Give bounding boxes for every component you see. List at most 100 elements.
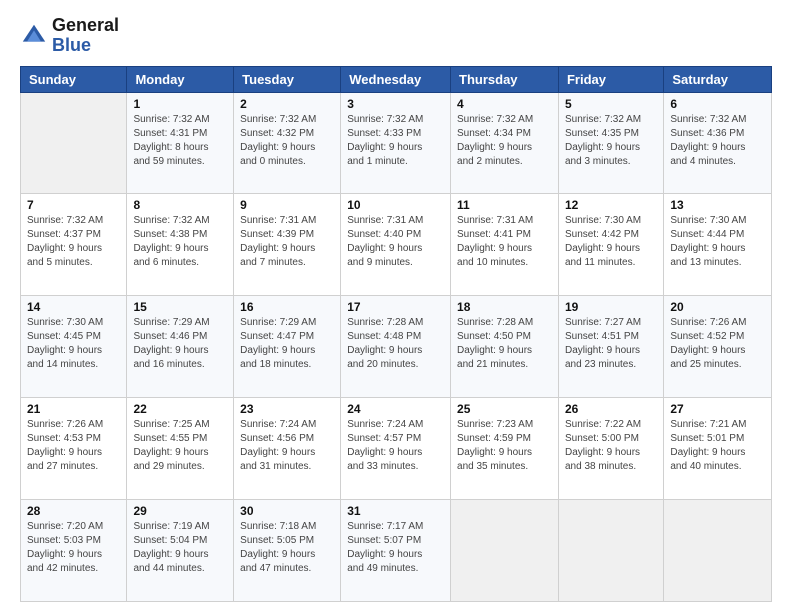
day-info: Sunrise: 7:30 AMSunset: 4:42 PMDaylight:… [565,214,657,270]
day-number: 18 [457,300,552,314]
day-info: Sunrise: 7:28 AMSunset: 4:48 PMDaylight:… [347,316,444,372]
day-number: 15 [133,300,227,314]
day-number: 29 [133,504,227,518]
day-of-week-header: Thursday [451,66,559,92]
calendar-cell: 21 Sunrise: 7:26 AMSunset: 4:53 PMDayligh… [21,398,127,500]
day-number: 6 [670,97,765,111]
day-number: 19 [565,300,657,314]
calendar-week-row: 1 Sunrise: 7:32 AMSunset: 4:31 PMDaylight… [21,92,772,194]
calendar-cell [558,500,663,602]
logo: General Blue [20,16,119,56]
calendar-cell: 19 Sunrise: 7:27 AMSunset: 4:51 PMDayligh… [558,296,663,398]
day-info: Sunrise: 7:32 AMSunset: 4:37 PMDaylight:… [27,214,120,270]
day-number: 16 [240,300,334,314]
calendar-cell: 7 Sunrise: 7:32 AMSunset: 4:37 PMDaylight… [21,194,127,296]
day-info: Sunrise: 7:29 AMSunset: 4:47 PMDaylight:… [240,316,334,372]
day-info: Sunrise: 7:20 AMSunset: 5:03 PMDaylight:… [27,520,120,576]
calendar-cell: 26 Sunrise: 7:22 AMSunset: 5:00 PMDayligh… [558,398,663,500]
day-info: Sunrise: 7:31 AMSunset: 4:40 PMDaylight:… [347,214,444,270]
day-number: 30 [240,504,334,518]
calendar-cell: 4 Sunrise: 7:32 AMSunset: 4:34 PMDaylight… [451,92,559,194]
day-info: Sunrise: 7:32 AMSunset: 4:34 PMDaylight:… [457,113,552,169]
calendar-week-row: 14 Sunrise: 7:30 AMSunset: 4:45 PMDayligh… [21,296,772,398]
calendar-cell [21,92,127,194]
day-number: 21 [27,402,120,416]
day-of-week-header: Sunday [21,66,127,92]
calendar-cell: 25 Sunrise: 7:23 AMSunset: 4:59 PMDayligh… [451,398,559,500]
day-info: Sunrise: 7:29 AMSunset: 4:46 PMDaylight:… [133,316,227,372]
calendar-cell [451,500,559,602]
day-number: 23 [240,402,334,416]
day-number: 26 [565,402,657,416]
day-number: 20 [670,300,765,314]
day-of-week-header: Tuesday [234,66,341,92]
day-number: 28 [27,504,120,518]
calendar-cell: 31 Sunrise: 7:17 AMSunset: 5:07 PMDayligh… [341,500,451,602]
day-info: Sunrise: 7:30 AMSunset: 4:44 PMDaylight:… [670,214,765,270]
day-number: 5 [565,97,657,111]
logo-icon [20,22,48,50]
day-of-week-header: Saturday [664,66,772,92]
day-number: 27 [670,402,765,416]
calendar-week-row: 7 Sunrise: 7:32 AMSunset: 4:37 PMDaylight… [21,194,772,296]
day-info: Sunrise: 7:19 AMSunset: 5:04 PMDaylight:… [133,520,227,576]
calendar-cell: 12 Sunrise: 7:30 AMSunset: 4:42 PMDayligh… [558,194,663,296]
calendar-cell: 30Sunrise: 7:18 AMSunset: 5:05 PMDayligh… [234,500,341,602]
calendar-cell: 15 Sunrise: 7:29 AMSunset: 4:46 PMDayligh… [127,296,234,398]
day-number: 8 [133,198,227,212]
day-number: 22 [133,402,227,416]
day-info: Sunrise: 7:17 AMSunset: 5:07 PMDaylight:… [347,520,444,576]
day-number: 12 [565,198,657,212]
day-of-week-header: Wednesday [341,66,451,92]
calendar-cell: 17 Sunrise: 7:28 AMSunset: 4:48 PMDayligh… [341,296,451,398]
calendar-cell: 22 Sunrise: 7:25 AMSunset: 4:55 PMDayligh… [127,398,234,500]
calendar-cell: 1 Sunrise: 7:32 AMSunset: 4:31 PMDaylight… [127,92,234,194]
calendar-cell: 2 Sunrise: 7:32 AMSunset: 4:32 PMDaylight… [234,92,341,194]
logo-text: General Blue [52,16,119,56]
calendar-cell: 29 Sunrise: 7:19 AMSunset: 5:04 PMDayligh… [127,500,234,602]
day-info: Sunrise: 7:30 AMSunset: 4:45 PMDaylight:… [27,316,120,372]
calendar-cell: 10 Sunrise: 7:31 AMSunset: 4:40 PMDayligh… [341,194,451,296]
calendar-cell: 27 Sunrise: 7:21 AMSunset: 5:01 PMDayligh… [664,398,772,500]
day-info: Sunrise: 7:27 AMSunset: 4:51 PMDaylight:… [565,316,657,372]
day-number: 17 [347,300,444,314]
calendar-table: SundayMondayTuesdayWednesdayThursdayFrid… [20,66,772,602]
calendar-cell: 9Sunrise: 7:31 AMSunset: 4:39 PMDaylight… [234,194,341,296]
day-number: 7 [27,198,120,212]
day-info: Sunrise: 7:32 AMSunset: 4:31 PMDaylight:… [133,113,227,169]
day-of-week-header: Monday [127,66,234,92]
calendar-header-row: SundayMondayTuesdayWednesdayThursdayFrid… [21,66,772,92]
calendar-week-row: 21 Sunrise: 7:26 AMSunset: 4:53 PMDayligh… [21,398,772,500]
calendar-cell: 5 Sunrise: 7:32 AMSunset: 4:35 PMDaylight… [558,92,663,194]
day-number: 31 [347,504,444,518]
day-info: Sunrise: 7:32 AMSunset: 4:35 PMDaylight:… [565,113,657,169]
calendar-cell: 8 Sunrise: 7:32 AMSunset: 4:38 PMDaylight… [127,194,234,296]
calendar-cell: 23 Sunrise: 7:24 AMSunset: 4:56 PMDayligh… [234,398,341,500]
day-info: Sunrise: 7:31 AMSunset: 4:39 PMDaylight:… [240,214,334,270]
day-info: Sunrise: 7:21 AMSunset: 5:01 PMDaylight:… [670,418,765,474]
day-number: 25 [457,402,552,416]
day-info: Sunrise: 7:25 AMSunset: 4:55 PMDaylight:… [133,418,227,474]
calendar-cell: 3Sunrise: 7:32 AMSunset: 4:33 PMDaylight… [341,92,451,194]
day-number: 4 [457,97,552,111]
calendar-cell: 13 Sunrise: 7:30 AMSunset: 4:44 PMDayligh… [664,194,772,296]
day-info: Sunrise: 7:32 AMSunset: 4:33 PMDaylight:… [347,113,444,169]
day-number: 2 [240,97,334,111]
header: General Blue [20,16,772,56]
day-number: 11 [457,198,552,212]
day-info: Sunrise: 7:24 AMSunset: 4:56 PMDaylight:… [240,418,334,474]
day-number: 1 [133,97,227,111]
day-number: 24 [347,402,444,416]
day-info: Sunrise: 7:32 AMSunset: 4:38 PMDaylight:… [133,214,227,270]
day-info: Sunrise: 7:28 AMSunset: 4:50 PMDaylight:… [457,316,552,372]
day-number: 10 [347,198,444,212]
day-number: 14 [27,300,120,314]
day-info: Sunrise: 7:26 AMSunset: 4:53 PMDaylight:… [27,418,120,474]
day-info: Sunrise: 7:32 AMSunset: 4:32 PMDaylight:… [240,113,334,169]
calendar-week-row: 28 Sunrise: 7:20 AMSunset: 5:03 PMDayligh… [21,500,772,602]
day-info: Sunrise: 7:24 AMSunset: 4:57 PMDaylight:… [347,418,444,474]
day-info: Sunrise: 7:23 AMSunset: 4:59 PMDaylight:… [457,418,552,474]
day-number: 13 [670,198,765,212]
day-info: Sunrise: 7:22 AMSunset: 5:00 PMDaylight:… [565,418,657,474]
calendar-cell: 16 Sunrise: 7:29 AMSunset: 4:47 PMDayligh… [234,296,341,398]
